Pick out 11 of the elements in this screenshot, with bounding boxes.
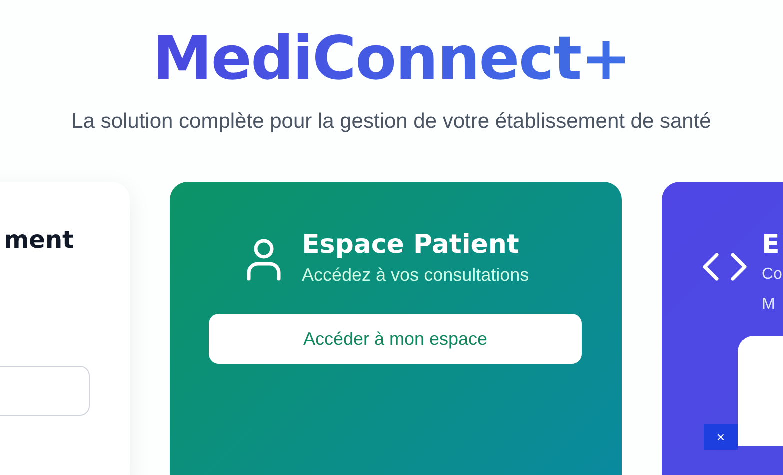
app-subtitle: La solution complète pour la gestion de votre établissement de santé [72,110,712,134]
card-title: E [762,230,781,260]
card-subtitle: Accédez à vos consultations [302,264,530,287]
user-icon [246,238,282,282]
card-title: Espace Patient [302,230,520,260]
code-icon [702,252,748,282]
card-subtitle: M [762,295,776,315]
close-button[interactable]: × [704,424,738,450]
access-button[interactable]: Accéder à mon espace [209,314,582,364]
card-title: ment [3,226,74,254]
card-subtitle: Co [762,265,782,285]
